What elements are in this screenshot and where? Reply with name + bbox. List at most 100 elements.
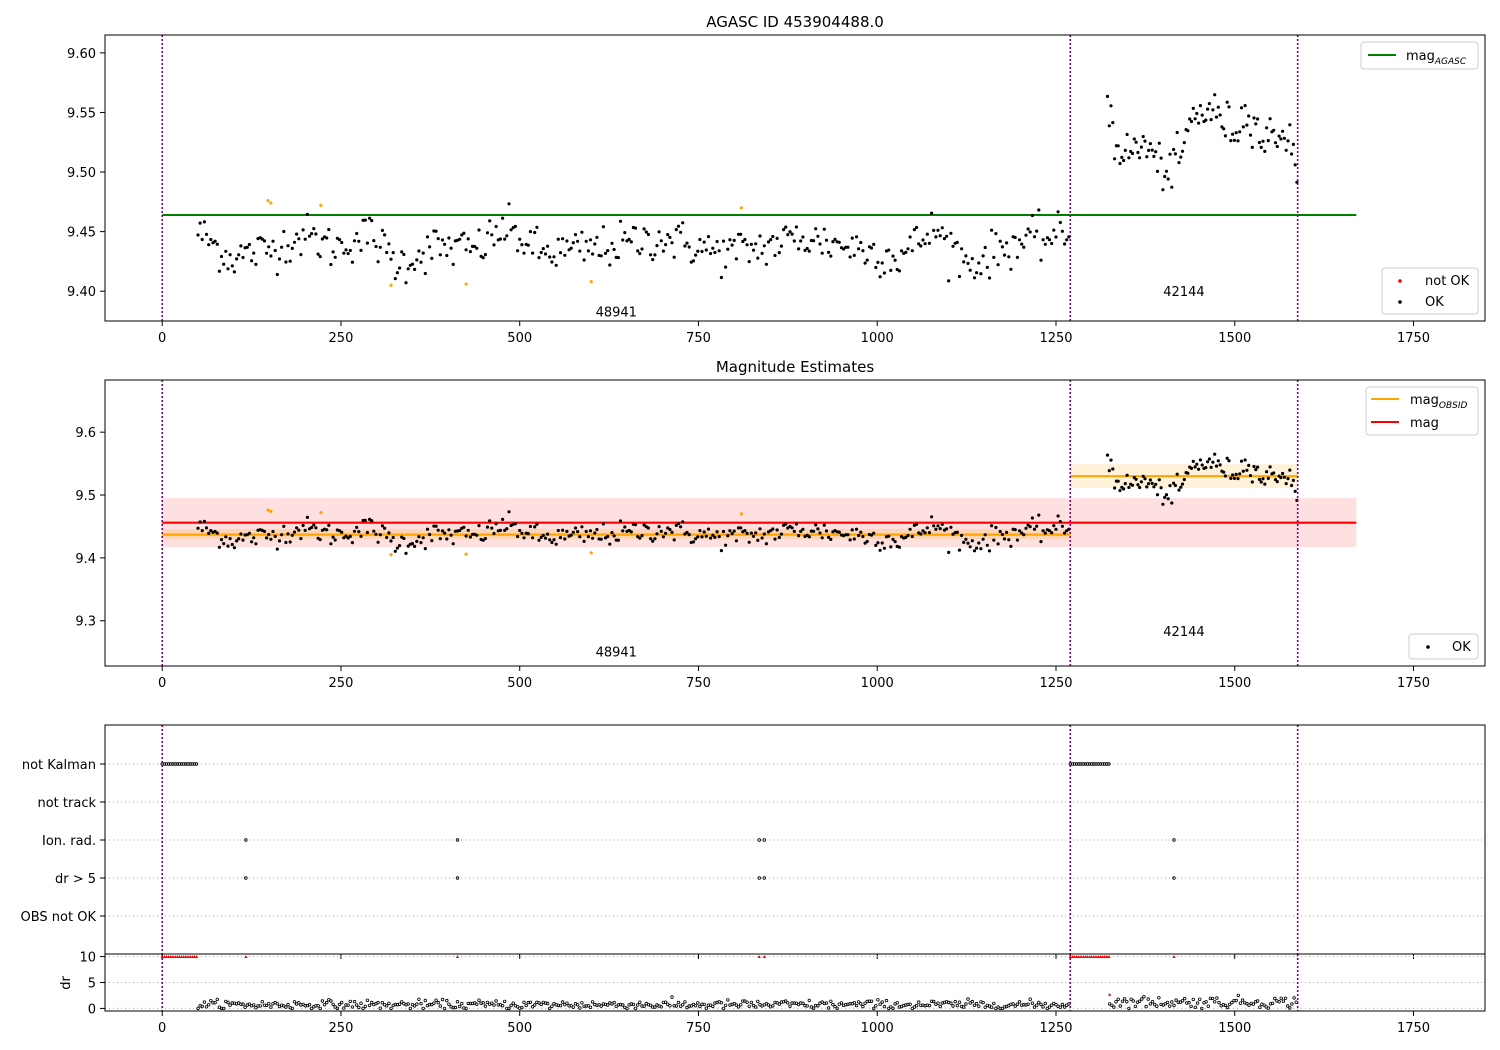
ok-point: [580, 230, 584, 234]
ok-point: [494, 224, 498, 229]
ok-point: [1239, 106, 1244, 110]
ok-point: [1050, 531, 1054, 535]
ok-point: [970, 257, 974, 261]
ok-point: [290, 533, 294, 537]
y-tick-label: 9.60: [67, 47, 96, 62]
ok-point: [1163, 495, 1167, 499]
ok-point: [284, 540, 288, 545]
panel2-title: Magnitude Estimates: [716, 358, 874, 376]
ok-point: [275, 272, 279, 277]
ok-point: [398, 544, 402, 548]
ok-point: [295, 232, 299, 236]
ok-point: [850, 528, 854, 532]
ok-point: [760, 251, 764, 255]
ok-point: [779, 532, 784, 536]
ok-point: [546, 532, 550, 536]
ok-point: [372, 239, 376, 243]
ok-point: [1231, 132, 1235, 136]
ok-point: [318, 538, 322, 542]
ok-point: [880, 261, 884, 265]
ok-point: [380, 228, 384, 232]
ok-point: [1111, 467, 1115, 471]
ok-point: [209, 237, 213, 242]
ok-point: [507, 510, 511, 514]
ok-point: [1109, 104, 1113, 108]
ok-point: [1015, 538, 1020, 542]
ok-point: [739, 526, 743, 530]
ok-point: [1290, 152, 1294, 156]
ok-point: [327, 523, 331, 528]
ok-point: [1009, 267, 1013, 271]
ok-point: [998, 529, 1002, 534]
ok-point: [691, 540, 696, 544]
not-ok-point: [464, 552, 468, 556]
ok-point: [1113, 157, 1117, 161]
ok-point: [1028, 230, 1032, 234]
ok-point: [282, 229, 286, 234]
ok-point: [1214, 464, 1219, 468]
ok-point: [992, 255, 996, 259]
ok-point: [267, 532, 271, 537]
ok-point: [541, 247, 545, 251]
ok-point: [1239, 459, 1244, 463]
ok-point: [947, 550, 951, 555]
ok-point: [1272, 128, 1276, 132]
ok-point: [554, 263, 558, 267]
ok-point: [889, 268, 893, 272]
ok-point: [1013, 235, 1017, 240]
ok-point: [228, 253, 232, 257]
ok-point: [777, 251, 781, 255]
ok-point: [464, 248, 468, 252]
ok-point: [582, 258, 586, 262]
ok-point: [331, 535, 335, 539]
ok-point: [305, 515, 309, 520]
ok-point: [415, 258, 419, 262]
ok-point: [250, 259, 254, 263]
ok-point: [312, 227, 316, 231]
ok-point: [996, 263, 1000, 267]
ok-point: [402, 252, 406, 257]
ok-point: [934, 527, 938, 531]
x-tick-label: 1500: [1218, 331, 1251, 346]
ok-point: [307, 234, 312, 238]
ok-point: [670, 241, 674, 245]
ok-point: [400, 250, 404, 254]
ok-point: [1173, 483, 1177, 488]
ok-point: [282, 524, 286, 529]
ok-point: [818, 531, 822, 535]
y-tick-label: 9.50: [67, 166, 96, 181]
x-tick-label: 750: [686, 331, 711, 346]
ok-point: [200, 237, 204, 242]
ok-point: [222, 542, 226, 546]
ok-point: [207, 531, 211, 536]
ok-point: [451, 542, 455, 546]
ok-point: [395, 271, 399, 275]
ok-point: [700, 535, 704, 539]
ok-point: [501, 517, 505, 522]
ok-point: [927, 241, 932, 245]
ok-point: [1134, 140, 1138, 144]
ok-point: [483, 253, 487, 257]
ok-point: [960, 533, 964, 538]
ok-point: [983, 533, 987, 537]
ok-point: [1143, 477, 1147, 481]
ok-point: [1005, 241, 1009, 245]
ok-point: [217, 545, 221, 549]
ok-point: [668, 235, 672, 239]
ok-point: [494, 522, 498, 526]
ok-point: [522, 536, 526, 540]
ok-point: [771, 527, 775, 531]
ok-point: [1148, 478, 1152, 482]
legend-swatch-not-ok: [1398, 279, 1402, 283]
ok-point: [713, 250, 717, 255]
ok-point: [271, 529, 275, 534]
ok-point: [640, 534, 644, 538]
ok-point: [762, 532, 766, 536]
ok-point: [1265, 470, 1269, 474]
ok-point: [908, 235, 912, 239]
ok-point: [938, 234, 942, 238]
ok-point: [1204, 466, 1208, 470]
ok-point: [350, 260, 354, 264]
ok-point: [638, 252, 642, 256]
ok-point: [1065, 238, 1069, 242]
